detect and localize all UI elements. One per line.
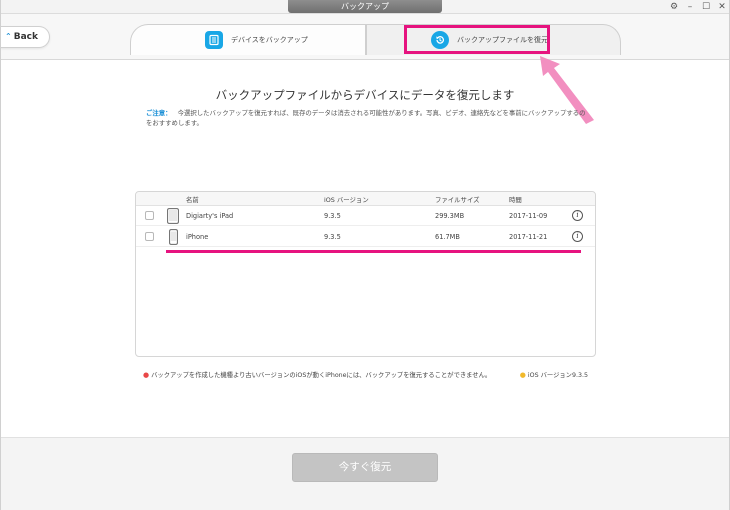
column-header-name: 名前 [186,196,199,204]
row-checkbox[interactable] [145,211,154,220]
footnote-right-text: iOS バージョン9.3.5 [527,372,588,379]
page-title: バックアップファイルからデバイスにデータを復元します [215,88,515,102]
row-file-size: 61.7MB [435,233,460,241]
column-header-ios: iOS バージョン [324,196,369,204]
notice-label: ご注意： [146,109,172,117]
footnote-ios-version: ● iOS バージョン9.3.5 [520,370,588,379]
table-header: 名前 iOS バージョン ファイルサイズ 時間 [136,192,595,206]
row-time: 2017-11-09 [509,212,548,220]
minimize-icon[interactable]: – [684,1,696,13]
red-dot-icon: ● [143,371,150,379]
back-button[interactable]: ⌃ Back [0,26,50,48]
close-icon[interactable]: ✕ [716,1,728,13]
annotation-underline [166,250,581,253]
tab-label: デバイスをバックアップ [231,36,308,44]
info-icon[interactable]: i [572,210,583,221]
gear-icon[interactable]: ⚙ [668,1,680,13]
window-title: バックアップ [288,0,442,13]
row-device-name: Digiarty's iPad [186,212,234,220]
info-icon[interactable]: i [572,231,583,242]
notice-text: 今選択したバックアップを復元すれば、既存のデータは消去される可能性があります。写… [146,109,586,127]
table-row[interactable]: iPhone 9.3.5 61.7MB 2017-11-21 i [136,227,595,247]
maximize-icon[interactable]: ☐ [700,1,712,13]
ipad-icon [167,208,179,224]
iphone-icon [169,229,178,245]
back-label: Back [13,32,38,42]
annotation-highlight-box [404,25,550,54]
document-icon [205,31,223,49]
backup-table: 名前 iOS バージョン ファイルサイズ 時間 Digiarty's iPad … [135,191,596,357]
notice: ご注意： 今選択したバックアップを復元すれば、既存のデータは消去される可能性があり… [146,108,591,128]
column-header-time: 時間 [509,196,522,204]
row-ios-version: 9.3.5 [324,233,341,241]
row-time: 2017-11-21 [509,233,548,241]
tab-backup-device[interactable]: デバイスをバックアップ [130,24,366,55]
restore-now-button[interactable]: 今すぐ復元 [292,453,438,482]
title-bar: バックアップ ⚙ – ☐ ✕ [0,0,730,14]
header: ⌃ Back デバイスをバックアップ バックアップファイルを復元 [0,14,730,60]
footer-bar: 今すぐ復元 [0,437,730,510]
row-checkbox[interactable] [145,232,154,241]
footnote-left-text: バックアップを作成した機種より古いバージョンのiOSが動くiPhoneには、バッ… [151,372,492,379]
footnote-compatibility: ● バックアップを作成した機種より古いバージョンのiOSが動くiPhoneには、バ… [143,370,491,379]
row-ios-version: 9.3.5 [324,212,341,220]
table-row[interactable]: Digiarty's iPad 9.3.5 299.3MB 2017-11-09… [136,206,595,226]
row-device-name: iPhone [186,233,209,241]
window-border-left [0,0,1,510]
row-file-size: 299.3MB [435,212,465,220]
chevron-up-icon: ⌃ [5,32,12,41]
column-header-size: ファイルサイズ [435,196,480,204]
window-controls: ⚙ – ☐ ✕ [668,0,728,14]
yellow-dot-icon: ● [519,371,526,379]
